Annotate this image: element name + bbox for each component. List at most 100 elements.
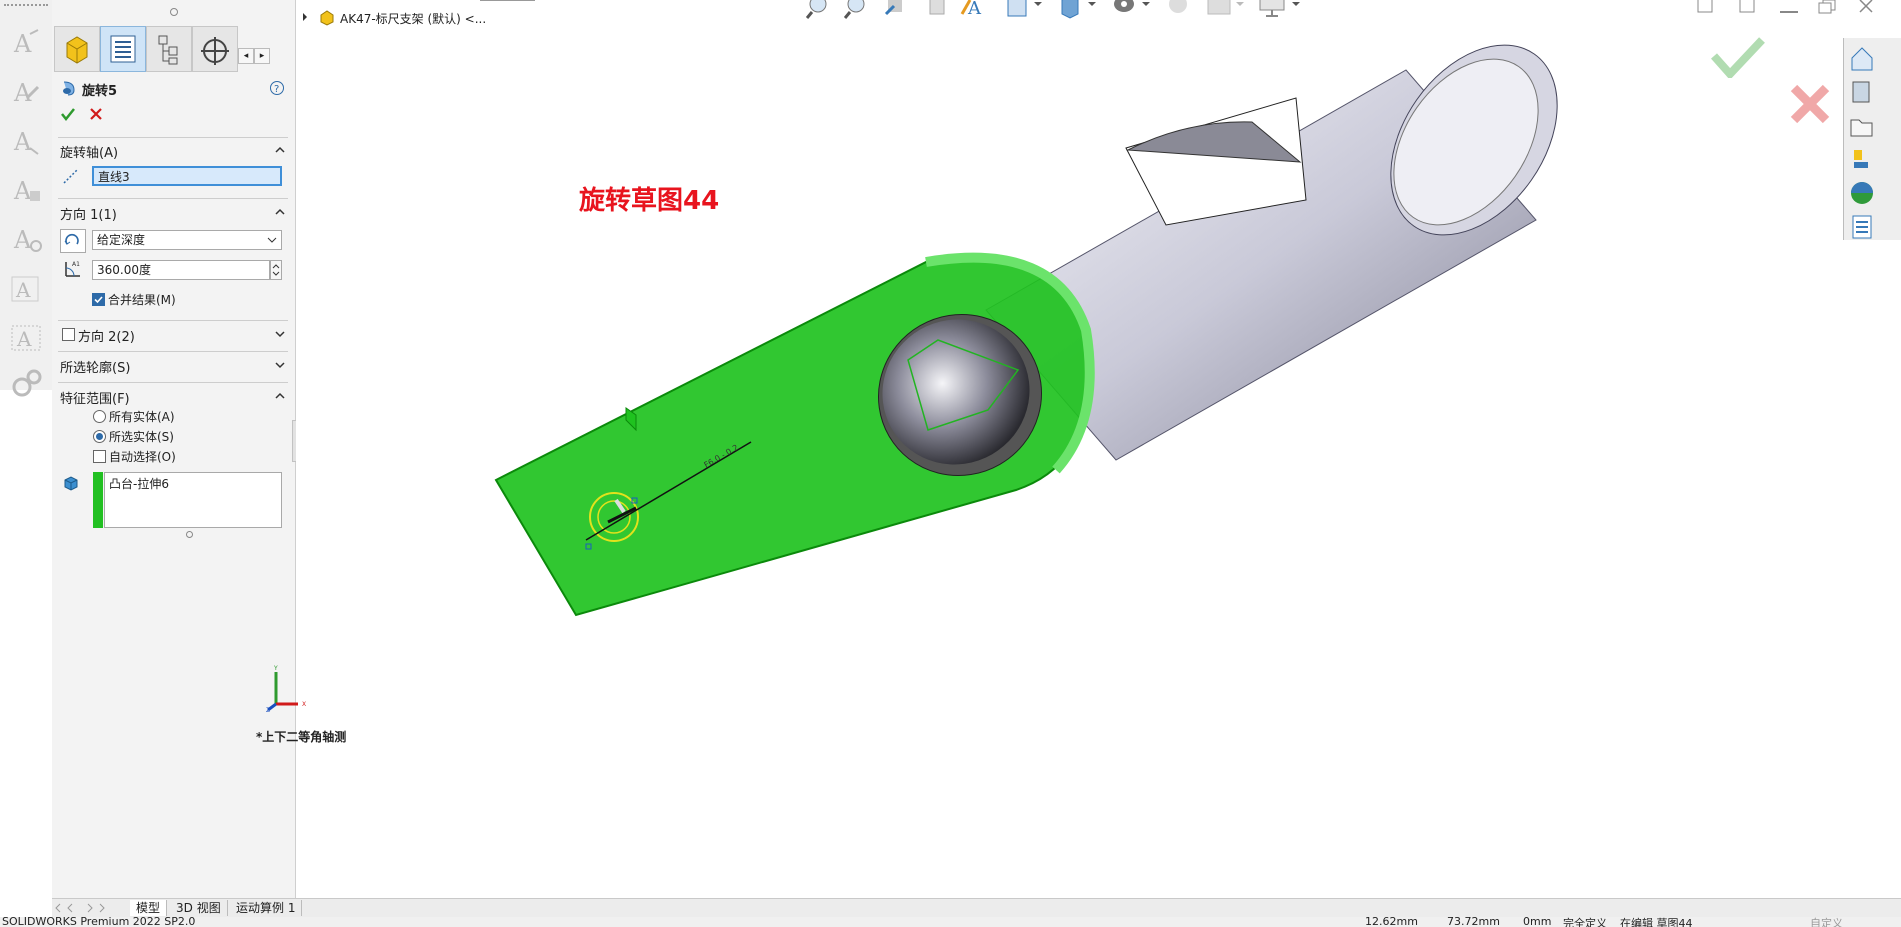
tab-feature-manager[interactable] <box>54 26 100 72</box>
model-view[interactable]: F6.0 - 0.2 <box>296 0 1841 900</box>
auto-select-label: 自动选择(O) <box>109 450 176 464</box>
axis-section-title[interactable]: 旋转轴(A) <box>60 142 118 161</box>
angle-input[interactable]: 360.00度 <box>92 260 270 280</box>
angle-spinner[interactable] <box>270 260 282 280</box>
design-library-icon[interactable] <box>1848 76 1874 106</box>
palette-icon[interactable] <box>1848 144 1874 174</box>
close-window-icon[interactable] <box>1856 0 1878 16</box>
end-condition-select[interactable]: 给定深度 <box>92 230 282 250</box>
svg-text:A: A <box>13 30 32 58</box>
svg-text:A: A <box>13 128 32 156</box>
svg-text:A: A <box>16 327 32 351</box>
selected-bodies-radio[interactable] <box>93 430 106 443</box>
angle-icon: A1 <box>65 261 80 277</box>
direction1-section-title[interactable]: 方向 1(1) <box>60 204 117 223</box>
contours-section-title[interactable]: 所选轮廓(S) <box>60 357 130 376</box>
crosshair-icon <box>201 37 229 65</box>
chevron-up-icon[interactable] <box>275 207 285 217</box>
merge-result-label: 合并结果(M) <box>108 293 176 307</box>
text-box-icon[interactable]: A <box>10 320 44 354</box>
file-explorer-icon[interactable] <box>1848 110 1874 140</box>
tab-motion-study[interactable]: 运动算例 1 <box>230 900 303 916</box>
status-z: 0mm <box>1523 917 1552 927</box>
property-list-icon <box>110 35 136 63</box>
chevron-up-icon[interactable] <box>275 391 285 401</box>
chevron-down-icon[interactable] <box>275 360 285 370</box>
solid-body-icon <box>64 476 78 491</box>
direction2-section-title[interactable]: 方向 2(2) <box>78 326 135 345</box>
tab-configuration-manager[interactable] <box>146 26 192 72</box>
svg-text:Z: Z <box>266 707 270 712</box>
tab-model[interactable]: 模型 <box>130 900 168 916</box>
merge-result-checkbox[interactable] <box>92 293 105 306</box>
text-link-icon[interactable]: A <box>10 222 44 256</box>
reverse-arrow-icon <box>64 233 79 245</box>
list-resize-handle[interactable] <box>186 531 193 538</box>
spinner-arrows-icon <box>272 264 280 276</box>
tab-arrows-icon <box>55 903 105 913</box>
svg-text:A1: A1 <box>72 261 80 268</box>
text-edit-icon[interactable]: A <box>10 75 44 109</box>
model-tabs-bar: 模型 3D 视图 运动算例 1 <box>52 898 1901 917</box>
status-custom[interactable]: 自定义 <box>1810 917 1843 927</box>
part-icon <box>66 36 88 64</box>
chevron-down-icon[interactable] <box>275 329 285 339</box>
help-icon[interactable]: ? <box>269 80 285 96</box>
toolbar-grip[interactable] <box>4 4 48 10</box>
appearances-icon[interactable] <box>1848 178 1874 208</box>
axis-selection-field[interactable]: 直线3 <box>92 166 282 186</box>
svg-text:A: A <box>13 226 32 254</box>
status-app-name: SOLIDWORKS Premium 2022 SP2.0 <box>2 917 196 927</box>
axis-line-icon <box>63 168 79 184</box>
configuration-icon <box>158 35 178 65</box>
text-frame-icon[interactable]: A <box>10 271 44 305</box>
body-list-item[interactable]: 凸台-拉伸6 <box>109 475 169 492</box>
scope-section-title[interactable]: 特征范围(F) <box>60 388 130 407</box>
text-add-icon[interactable]: A <box>10 173 44 207</box>
tab-3d-view[interactable]: 3D 视图 <box>170 900 228 916</box>
tab-scroll-left-button[interactable]: ◂ <box>238 48 254 64</box>
text-tool-icon[interactable]: A <box>10 26 44 60</box>
svg-text:?: ? <box>274 84 279 95</box>
reverse-direction-button[interactable] <box>60 229 86 253</box>
chevron-up-icon[interactable] <box>275 145 285 155</box>
selected-bodies-label: 所选实体(S) <box>109 430 174 444</box>
ok-button[interactable] <box>60 106 76 122</box>
view-orientation-label: *上下二等角轴测 <box>256 730 347 744</box>
end-condition-value: 给定深度 <box>97 233 146 247</box>
task-pane-tabs <box>1843 38 1901 240</box>
chevron-down-icon <box>267 237 277 243</box>
graphics-area[interactable]: AK47-标尺支架 (默认) <... A 旋转草图44 F6.0 - 0.2 … <box>256 0 1901 900</box>
body-color-swatch <box>93 472 103 528</box>
revolve-feature-icon <box>63 81 75 96</box>
checkmark-icon <box>94 296 103 304</box>
svg-text:X: X <box>302 701 306 708</box>
status-y: 73.72mm <box>1447 917 1500 927</box>
svg-text:A: A <box>13 177 32 205</box>
coordinate-triad: Y X Z <box>266 665 306 712</box>
text-arrow-icon[interactable]: A <box>10 124 44 158</box>
tab-property-manager[interactable] <box>100 26 146 72</box>
cancel-button[interactable] <box>88 106 104 122</box>
custom-properties-icon[interactable] <box>1848 210 1874 240</box>
all-bodies-label: 所有实体(A) <box>109 410 175 424</box>
svg-text:Y: Y <box>273 665 278 672</box>
left-toolbar: A A A A A A A <box>0 0 53 397</box>
pane-handle[interactable] <box>170 8 178 16</box>
property-manager: ◂ ▸ 旋转5 ? 旋转轴(A) 直线3 方向 1(1) 给定深度 A1 360… <box>52 0 300 900</box>
tab-dimxpert[interactable] <box>192 26 238 72</box>
status-editing: 在编辑 草图44 <box>1620 917 1693 927</box>
gear-chain-icon[interactable] <box>10 367 44 401</box>
manager-tabs: ◂ ▸ <box>54 26 294 72</box>
svg-text:A: A <box>15 278 31 302</box>
direction2-checkbox[interactable] <box>62 328 75 341</box>
tab-scroll-right-button[interactable]: ▸ <box>254 48 270 64</box>
status-x: 12.62mm <box>1365 917 1418 927</box>
status-bar: SOLIDWORKS Premium 2022 SP2.0 12.62mm 73… <box>0 917 1901 927</box>
svg-text:A: A <box>13 79 32 107</box>
all-bodies-radio[interactable] <box>93 410 106 423</box>
auto-select-checkbox[interactable] <box>93 450 106 463</box>
tab-navigation-arrows[interactable] <box>54 902 114 914</box>
bodies-list[interactable]: 凸台-拉伸6 <box>104 472 282 528</box>
home-icon[interactable] <box>1848 42 1874 72</box>
